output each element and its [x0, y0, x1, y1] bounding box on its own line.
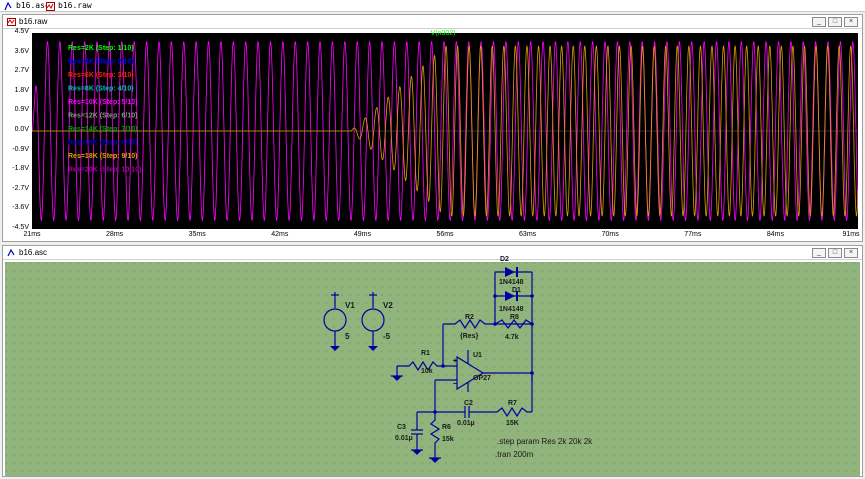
schematic-window-title: b16.asc [19, 248, 48, 257]
y-tick-label: 0.9V [14, 106, 29, 114]
minimize-button[interactable]: _ [812, 17, 826, 27]
legend-entry: Res=20K (Step: 10/10) [68, 167, 141, 174]
maximize-button[interactable]: □ [828, 248, 842, 258]
waveform-plot: Res=2K (Step: 1/10) Res=4K (Step: 2/10) Re… [31, 40, 859, 222]
y-tick-label: 1.8V [14, 86, 29, 94]
tab-label: b16.asc [16, 1, 50, 10]
y-tick-label: -1.8V [12, 165, 29, 173]
r2-value: {Res} [460, 333, 479, 340]
x-tick-label: 91ms [842, 231, 860, 238]
y-tick-label: 0.0V [14, 126, 29, 133]
v1-label: V1 [345, 301, 355, 310]
x-tick-label: 70ms [601, 231, 619, 238]
waveform-plot-area[interactable]: Res=2K (Step: 1/10) Res=4K (Step: 2/10) Re… [31, 33, 859, 229]
d1-label: D1 [512, 287, 521, 294]
x-tick-label: 56ms [436, 231, 454, 238]
r8-value: 4.7k [505, 334, 519, 341]
y-tick-label: -2.7V [12, 184, 29, 192]
c3-value: 0.01µ [395, 435, 413, 442]
close-button[interactable]: × [844, 248, 858, 258]
legend-entry: Res=8K (Step: 4/10) [68, 86, 134, 93]
c2-label: C2 [464, 400, 473, 407]
maximize-button[interactable]: □ [828, 17, 842, 27]
y-tick-label: -4.5V [12, 224, 29, 231]
d1-model: 1N4148 [499, 306, 524, 313]
waveform-file-icon [46, 1, 55, 11]
x-tick-label: 42ms [271, 231, 289, 238]
c3-label: C3 [397, 424, 406, 431]
x-tick-label: 21ms [23, 231, 41, 238]
legend-entry: Res=14K (Step: 7/10) [68, 126, 137, 133]
v2-label: V2 [383, 301, 393, 310]
svg-text:+: + [453, 358, 457, 365]
y-tick-label: -0.9V [12, 145, 29, 153]
trace-title[interactable]: V(n002) [383, 30, 503, 37]
schematic-window: b16.asc _ □ × + − V1 5 V2 -5 D2 1N4148 D… [2, 245, 863, 477]
x-tick-label: 84ms [766, 231, 784, 238]
r2-label: R2 [465, 314, 474, 321]
x-tick-label: 49ms [353, 231, 371, 238]
svg-text:−: − [453, 381, 457, 388]
tran-directive[interactable]: .tran 200m [495, 450, 533, 459]
tab-label: b16.raw [58, 1, 92, 10]
schematic-canvas[interactable]: + − V1 5 V2 -5 D2 1N4148 D1 1N4148 R2 {R… [5, 256, 860, 476]
step-directive[interactable]: .step param Res 2k 20k 2k [497, 437, 592, 446]
v2-value: -5 [383, 332, 391, 341]
v1-value: 5 [345, 332, 350, 341]
legend-entry: Res=16K (Step: 8/10) [68, 140, 137, 147]
d2-model: 1N4148 [499, 279, 524, 286]
d2-label: D2 [500, 256, 509, 263]
r6-value: 15k [442, 436, 454, 443]
x-tick-label: 63ms [519, 231, 537, 238]
waveform-window-title: b16.raw [19, 17, 48, 26]
x-tick-label: 35ms [188, 231, 206, 238]
y-tick-label: 4.5V [14, 28, 29, 35]
r8-label: R8 [510, 314, 519, 321]
document-tab-bar: b16.asc b16.raw [0, 0, 865, 12]
u1-label: U1 [473, 352, 482, 359]
minimize-button[interactable]: _ [812, 248, 826, 258]
r1-value: 10k [421, 368, 433, 375]
legend-entry: Res=10K (Step: 5/10) [68, 99, 137, 106]
legend-entry: Res=2K (Step: 1/10) [68, 45, 134, 52]
schematic-titlebar: b16.asc _ □ × [3, 246, 862, 260]
schematic-window-icon [7, 249, 15, 257]
close-button[interactable]: × [844, 17, 858, 27]
c2-value: 0.01µ [457, 420, 475, 427]
r1-label: R1 [421, 350, 430, 357]
waveform-titlebar: b16.raw _ □ × [3, 15, 862, 29]
tab-b16-raw[interactable]: b16.raw [46, 0, 92, 12]
legend-entry: Res=6K (Step: 3/10) [68, 72, 134, 79]
r6-label: R6 [442, 424, 451, 431]
u1-model: OP27 [473, 375, 491, 382]
waveform-window: b16.raw _ □ × 4.5V 3.6V 2.7V 1.8V 0.9V 0.0V -0… [2, 14, 863, 242]
legend-entry: Res=12K (Step: 6/10) [68, 113, 137, 120]
y-tick-label: 3.6V [14, 47, 29, 55]
legend-entry: Res=18K (Step: 9/10) [68, 153, 137, 160]
x-tick-label: 77ms [684, 231, 702, 238]
schematic-file-icon [4, 1, 12, 10]
tab-b16-asc[interactable]: b16.asc [4, 0, 50, 12]
legend-entry: Res=4K (Step: 2/10) [68, 59, 134, 66]
x-tick-label: 28ms [106, 231, 124, 238]
y-tick-label: -3.6V [12, 204, 29, 212]
y-tick-label: 2.7V [14, 67, 29, 75]
r7-label: R7 [508, 400, 517, 407]
waveform-window-icon [7, 18, 16, 26]
r7-value: 15K [506, 420, 519, 427]
